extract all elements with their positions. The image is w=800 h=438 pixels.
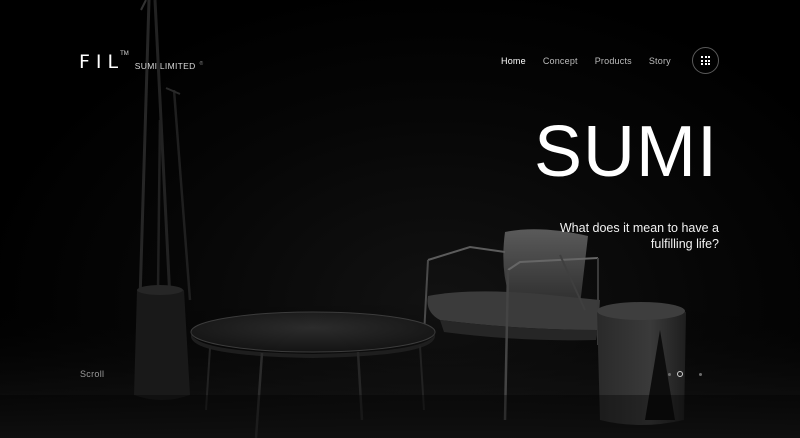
nav-item-story[interactable]: Story [649,56,671,66]
hero-subtitle: What does it mean to have a fulfilling l… [559,221,719,251]
logo-wordmark: FIL [79,51,125,73]
main-nav: Home Concept Products Story [501,56,688,66]
nav-item-products[interactable]: Products [595,56,632,66]
slide-pager [668,371,708,377]
hero-title: SUMI [534,112,718,192]
grid-icon [701,56,710,65]
menu-button[interactable] [692,47,719,74]
brand-logo[interactable]: FIL TM SUMI LIMITED ® [79,51,204,73]
registered-symbol: ® [199,61,204,67]
trademark-symbol: TM [120,51,129,57]
scroll-indicator[interactable]: Scroll [80,369,104,379]
nav-item-home[interactable]: Home [501,56,526,66]
nav-item-concept[interactable]: Concept [543,56,578,66]
pager-dot-2-active[interactable] [677,371,683,377]
landing-page: FIL TM SUMI LIMITED ® Home Concept Produ… [0,0,800,438]
pager-dot-1[interactable] [668,372,671,376]
logo-subtitle: SUMI LIMITED [134,61,196,71]
pager-dot-3[interactable] [699,372,702,376]
